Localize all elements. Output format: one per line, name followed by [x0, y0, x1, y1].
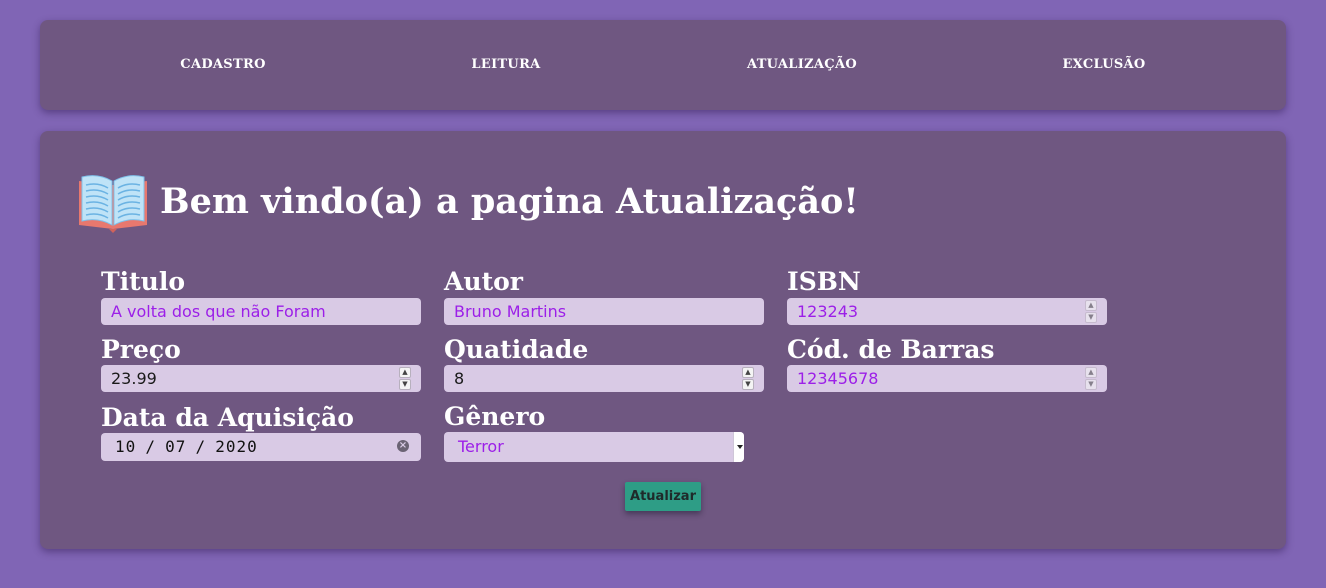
codigo-barras-value: 12345678: [797, 369, 879, 388]
clear-date-icon[interactable]: ×: [397, 440, 409, 452]
preco-label: Preço: [101, 335, 181, 364]
update-form-panel: Bem vindo(a) a pagina Atualização! Titul…: [40, 131, 1286, 549]
data-aquisicao-input[interactable]: 10 / 07 / 2020 ×: [101, 433, 421, 461]
codigo-barras-stepper[interactable]: ▲ ▼: [1085, 367, 1097, 390]
autor-label: Autor: [444, 267, 523, 296]
date-day[interactable]: 10: [111, 437, 136, 456]
preco-stepper[interactable]: ▲ ▼: [399, 367, 411, 390]
top-navigation: CADASTRO LEITURA ATUALIZAÇÃO EXCLUSÃO: [40, 20, 1286, 110]
quantidade-input[interactable]: 8 ▲ ▼: [444, 365, 764, 392]
nav-item-cadastro[interactable]: CADASTRO: [180, 20, 265, 110]
autor-input[interactable]: Bruno Martins: [444, 298, 764, 325]
stepper-up-icon[interactable]: ▲: [742, 367, 754, 378]
stepper-down-icon[interactable]: ▼: [1085, 312, 1097, 323]
genero-value: Terror: [458, 437, 504, 456]
titulo-input[interactable]: A volta dos que não Foram: [101, 298, 421, 325]
nav-item-leitura[interactable]: LEITURA: [471, 20, 540, 110]
autor-value: Bruno Martins: [454, 302, 567, 321]
data-aquisicao-label: Data da Aquisição: [101, 403, 354, 432]
nav-item-atualizacao[interactable]: ATUALIZAÇÃO: [747, 20, 857, 110]
quantidade-label: Quatidade: [444, 335, 589, 364]
stepper-up-icon[interactable]: ▲: [1085, 367, 1097, 378]
codigo-barras-input[interactable]: 12345678 ▲ ▼: [787, 365, 1107, 392]
titulo-value: A volta dos que não Foram: [111, 302, 326, 321]
genero-select[interactable]: Terror: [444, 432, 744, 462]
titulo-label: Titulo: [101, 267, 185, 296]
codigo-barras-label: Cód. de Barras: [787, 335, 995, 364]
stepper-down-icon[interactable]: ▼: [399, 379, 411, 390]
genero-label: Gênero: [444, 402, 546, 431]
isbn-value: 123243: [797, 302, 859, 321]
date-separator: /: [195, 437, 207, 456]
stepper-up-icon[interactable]: ▲: [399, 367, 411, 378]
date-separator: /: [145, 437, 156, 456]
atualizar-button[interactable]: Atualizar: [625, 482, 701, 511]
isbn-stepper[interactable]: ▲ ▼: [1085, 300, 1097, 323]
date-year[interactable]: 2020: [211, 437, 258, 456]
isbn-input[interactable]: 123243 ▲ ▼: [787, 298, 1107, 325]
date-month[interactable]: 07: [161, 437, 186, 456]
preco-value: 23.99: [111, 369, 157, 388]
stepper-up-icon[interactable]: ▲: [1085, 300, 1097, 311]
open-book-icon: [79, 175, 147, 233]
isbn-label: ISBN: [787, 267, 861, 296]
page-title: Bem vindo(a) a pagina Atualização!: [160, 181, 859, 222]
preco-input[interactable]: 23.99 ▲ ▼: [101, 365, 421, 392]
quantidade-stepper[interactable]: ▲ ▼: [742, 367, 754, 390]
quantidade-value: 8: [454, 369, 465, 388]
chevron-down-icon[interactable]: [733, 432, 744, 462]
stepper-down-icon[interactable]: ▼: [742, 379, 754, 390]
nav-item-exclusao[interactable]: EXCLUSÃO: [1062, 20, 1145, 110]
stepper-down-icon[interactable]: ▼: [1085, 379, 1097, 390]
